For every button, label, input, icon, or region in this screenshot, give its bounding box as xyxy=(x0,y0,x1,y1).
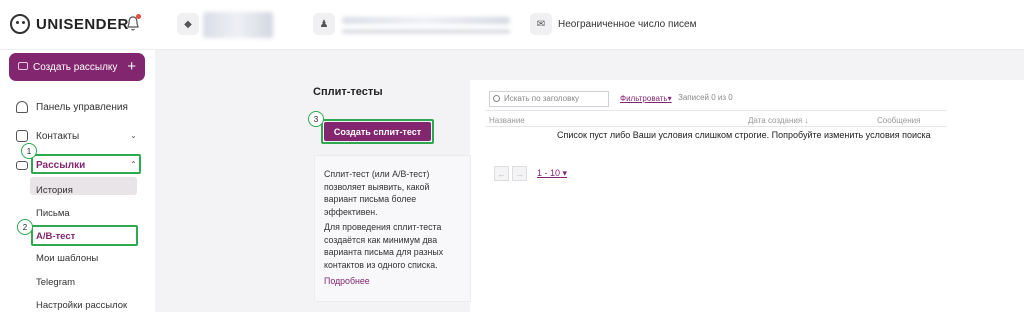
plus-icon: + xyxy=(127,58,136,75)
mail-icon xyxy=(18,62,28,70)
highlight-box-campaigns xyxy=(31,154,141,174)
sidebar-subitem-telegram[interactable]: Telegram xyxy=(36,277,75,288)
page-title: Сплит-тесты xyxy=(313,86,383,98)
mail-icon xyxy=(16,161,28,170)
account-balance-blurred xyxy=(203,12,273,38)
sidebar-subitem-history[interactable]: История xyxy=(36,185,73,196)
user-icon[interactable]: ♟ xyxy=(313,13,335,35)
create-split-test-button[interactable]: Создать сплит-тест xyxy=(324,122,431,141)
sidebar-subitem-templates[interactable]: Мои шаблоны xyxy=(36,253,98,264)
filter-label: Фильтровать xyxy=(620,94,668,103)
column-header-name[interactable]: Название xyxy=(489,116,525,125)
step-marker-1: 1 xyxy=(21,143,37,159)
sidebar-item-label: Контакты xyxy=(36,130,80,142)
filter-dropdown[interactable]: Фильтровать▾ xyxy=(620,94,672,103)
search-input[interactable]: Искать по заголовку xyxy=(489,91,609,107)
diamond-icon[interactable]: ◆ xyxy=(177,13,199,35)
column-header-date[interactable]: Дата создания ↓ xyxy=(748,116,808,125)
page-range-label: 1 - 10 xyxy=(537,168,561,178)
sidebar-item-contacts[interactable]: Контакты xyxy=(16,130,79,142)
user-progress-bar xyxy=(342,30,510,33)
table-divider-top xyxy=(486,110,946,111)
step-marker-2: 2 xyxy=(17,219,33,235)
top-bar: UNISENDER ◆ ♟ ✉ Неограниченное число пис… xyxy=(0,0,1024,50)
info-paragraph-1: Сплит-тест (или A/B-тест) позволяет выяв… xyxy=(324,169,430,217)
sidebar-item-dashboard[interactable]: Панель управления xyxy=(16,101,128,113)
prev-page-button[interactable]: ← xyxy=(494,166,509,181)
next-page-button[interactable]: → xyxy=(512,166,527,181)
brand-name: UNISENDER xyxy=(36,15,129,33)
sidebar-subitem-letters[interactable]: Письма xyxy=(36,208,70,219)
unisender-logo-icon xyxy=(10,14,30,34)
sidebar-item-label: Панель управления xyxy=(36,101,128,113)
notification-dot xyxy=(136,14,141,19)
records-count: Записей 0 из 0 xyxy=(678,93,733,102)
empty-list-message: Список пуст либо Ваши условия слишком ст… xyxy=(557,130,931,140)
dashboard-icon xyxy=(16,101,28,113)
more-link[interactable]: Подробнее xyxy=(324,276,370,286)
envelope-icon[interactable]: ✉ xyxy=(530,13,552,35)
create-campaign-label: Создать рассылку xyxy=(33,61,118,73)
column-header-messages[interactable]: Сообщения xyxy=(877,116,920,125)
sidebar-subitem-settings[interactable]: Настройки рассылок xyxy=(36,300,127,311)
contacts-icon xyxy=(16,130,28,142)
logo[interactable]: UNISENDER xyxy=(10,14,129,34)
create-campaign-button[interactable]: Создать рассылку + xyxy=(9,53,145,81)
content-panel xyxy=(470,80,1024,312)
page-size-selector[interactable]: 1 - 10 ▾ xyxy=(537,168,567,179)
chevron-down-icon[interactable]: ⌄ xyxy=(130,131,137,140)
user-email-blurred xyxy=(342,17,510,24)
table-divider xyxy=(486,126,946,127)
info-paragraph-2: Для проведения сплит-теста создаётся как… xyxy=(324,222,444,270)
plan-text[interactable]: Неограниченное число писем xyxy=(558,19,696,30)
highlight-box-ab-test xyxy=(31,225,138,246)
step-marker-3: 3 xyxy=(308,111,324,127)
search-icon xyxy=(493,95,500,102)
